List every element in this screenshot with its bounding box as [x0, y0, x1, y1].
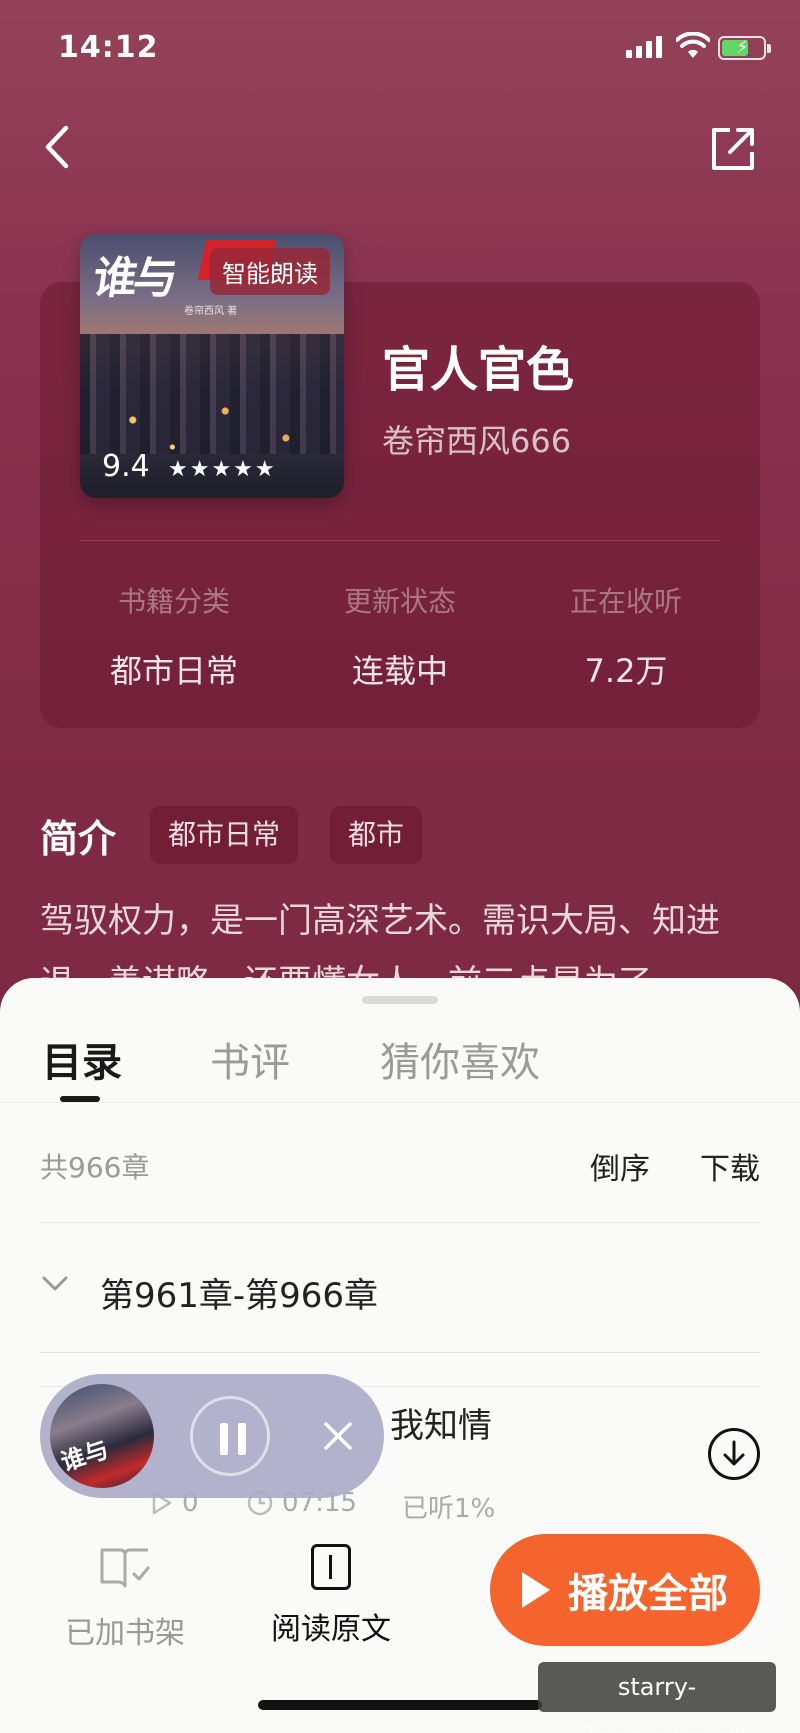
mini-player-cover[interactable]: 谁与	[50, 1384, 154, 1488]
chapter-title[interactable]: 我知情	[390, 1398, 492, 1447]
stat-category: 书籍分类 都市日常	[64, 580, 284, 692]
back-icon[interactable]	[38, 122, 78, 172]
pause-button[interactable]	[190, 1396, 270, 1476]
bookshelf-label: 已加书架	[65, 1616, 185, 1651]
chapter-download-icon[interactable]	[708, 1428, 760, 1480]
stat-label: 更新状态	[343, 585, 456, 618]
watermark: starry-xkapp.com.cn	[538, 1662, 776, 1733]
status-bar: 14:12 ⚡	[0, 0, 800, 100]
intro-tag[interactable]: 都市日常	[150, 806, 299, 864]
share-icon[interactable]	[708, 124, 758, 174]
play-all-button[interactable]: 播放全部	[490, 1534, 760, 1646]
battery-icon: ⚡	[718, 36, 771, 60]
close-icon[interactable]	[310, 1408, 366, 1464]
signal-icon	[626, 36, 662, 58]
reverse-order-button[interactable]: 倒序	[590, 1144, 650, 1188]
pause-icon	[220, 1423, 246, 1455]
stat-value: 连载中	[351, 652, 448, 690]
play-all-label: 播放全部	[568, 1571, 728, 1617]
wifi-icon	[676, 32, 710, 58]
stat-value: 7.2万	[584, 652, 668, 690]
intro-heading: 简介	[40, 817, 117, 861]
download-button[interactable]: 下载	[700, 1144, 760, 1188]
chapter-group-label[interactable]: 第961章-第966章	[100, 1268, 378, 1317]
book-author[interactable]: 卷帘西风666	[382, 416, 571, 462]
status-time: 14:12	[58, 30, 159, 65]
tab-divider	[0, 1102, 800, 1103]
book-title: 官人官色	[382, 342, 575, 398]
stat-update-status: 更新状态 连载中	[290, 580, 510, 692]
chevron-down-icon[interactable]	[40, 1268, 70, 1298]
stat-value: 都市日常	[109, 652, 238, 690]
tab-recommend[interactable]: 猜你喜欢	[380, 1030, 540, 1088]
sheet-drag-handle[interactable]	[362, 996, 438, 1004]
tab-catalog[interactable]: 目录	[42, 1030, 122, 1088]
tab-reviews[interactable]: 书评	[210, 1030, 290, 1088]
home-indicator[interactable]	[258, 1700, 542, 1710]
read-original-label: 阅读原文	[271, 1612, 391, 1647]
row-divider	[40, 1222, 760, 1223]
rating-stars-icon: ★★★★★	[168, 457, 277, 482]
book-cover[interactable]: 谁与 卷帘西风 著 智能朗读 9.4 ★★★★★	[80, 234, 344, 498]
bookshelf-button[interactable]: 已加书架	[60, 1544, 190, 1652]
mini-player[interactable]: 谁与	[40, 1374, 384, 1498]
chapter-count: 共966章	[40, 1151, 150, 1184]
read-original-button[interactable]: 阅读原文	[266, 1544, 396, 1648]
stat-label: 正在收听	[569, 585, 682, 618]
intro-tag[interactable]: 都市	[330, 806, 423, 864]
bookshelf-check-icon	[100, 1548, 150, 1588]
card-divider	[80, 540, 720, 541]
row-divider	[40, 1352, 760, 1353]
book-text-icon	[311, 1544, 351, 1590]
smart-reading-badge: 智能朗读	[210, 248, 330, 295]
book-rating: 9.4	[102, 449, 150, 484]
play-icon	[522, 1572, 550, 1608]
stat-label: 书籍分类	[117, 585, 230, 618]
stat-listeners: 正在收听 7.2万	[516, 580, 736, 692]
